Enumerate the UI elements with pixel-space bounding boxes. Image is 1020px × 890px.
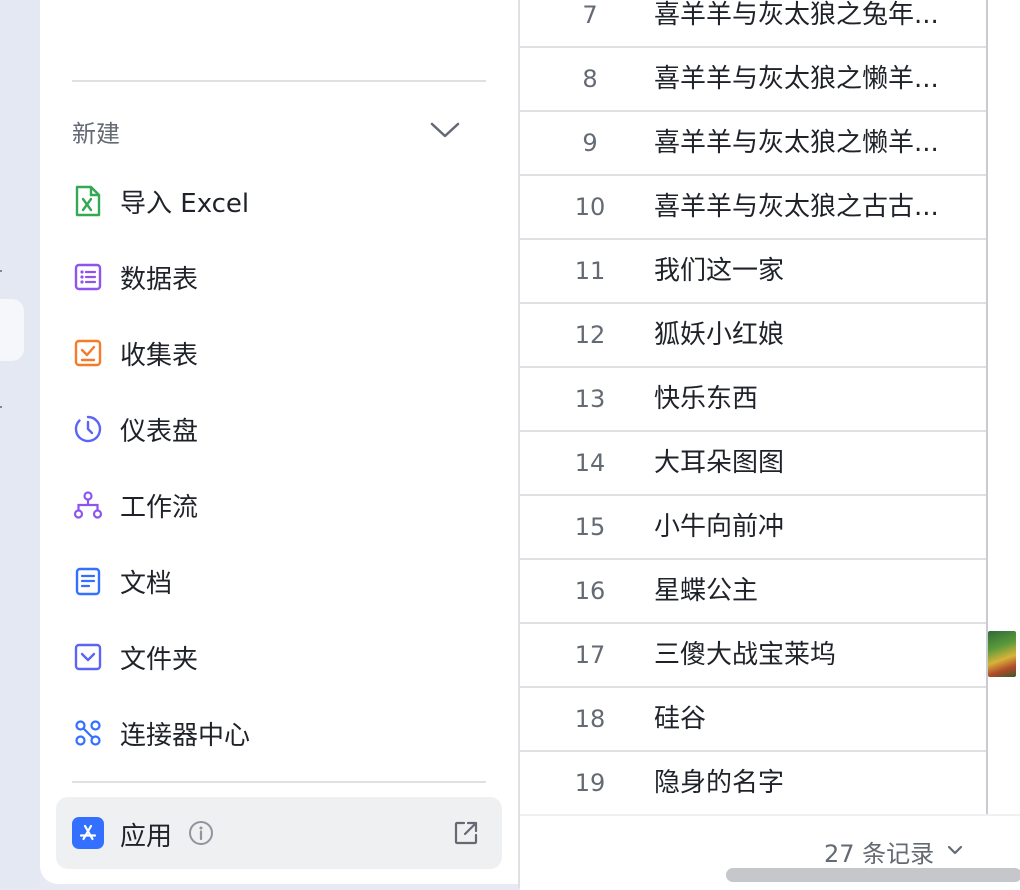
row-title-cell[interactable]: 小牛向前冲	[654, 496, 966, 558]
table-row[interactable]: 18 硅谷	[520, 688, 988, 752]
table-row[interactable]: 16 星蝶公主	[520, 560, 988, 624]
row-number: 10	[574, 193, 606, 221]
nav-selected-indicator[interactable]	[0, 299, 24, 361]
menu-item-import-excel[interactable]: 导入 Excel	[72, 175, 492, 227]
table-footer: 27 条记录	[520, 814, 1020, 890]
menu-item-label: 文档	[120, 568, 173, 599]
folder-icon	[72, 641, 104, 673]
table-row[interactable]: 17 三傻大战宝莱坞	[520, 624, 988, 688]
row-number: 17	[574, 641, 606, 669]
divider	[72, 781, 486, 783]
row-number: 9	[582, 129, 598, 157]
row-number: 15	[574, 513, 606, 541]
form-icon	[72, 337, 104, 369]
row-number: 13	[574, 385, 606, 413]
create-menu-panel: 新建 导入 Excel 数据表 收集表 仪表盘 工作流 文档 文件夹 连接器中心…	[40, 0, 518, 884]
apps-entry[interactable]: 应用	[56, 797, 502, 869]
poster-thumbnail[interactable]	[988, 631, 1016, 677]
menu-item-datatable[interactable]: 数据表	[72, 251, 492, 303]
info-icon[interactable]	[188, 820, 214, 846]
apps-label: 应用	[120, 822, 173, 852]
table-icon	[72, 261, 104, 293]
nav-dot	[0, 270, 2, 272]
data-table: 7 喜羊羊与灰太狼之兔年... 8 喜羊羊与灰太狼之懒羊... 9 喜羊羊与灰太狼之懒…	[518, 0, 1020, 890]
document-icon	[72, 565, 104, 597]
row-title-cell[interactable]: 隐身的名字	[654, 752, 966, 814]
table-row[interactable]: 8 喜羊羊与灰太狼之懒羊...	[520, 48, 988, 112]
table-row[interactable]: 11 我们这一家	[520, 240, 988, 304]
chevron-down-icon[interactable]	[428, 115, 462, 145]
row-number: 11	[574, 257, 606, 285]
menu-item-connector-center[interactable]: 连接器中心	[72, 707, 492, 759]
row-title-cell[interactable]: 快乐东西	[654, 368, 966, 430]
row-title-cell[interactable]: 硅谷	[654, 688, 966, 750]
table-row[interactable]: 13 快乐东西	[520, 368, 988, 432]
table-row[interactable]: 10 喜羊羊与灰太狼之古古...	[520, 176, 988, 240]
menu-item-label: 导入 Excel	[120, 188, 250, 219]
row-number: 18	[574, 705, 606, 733]
table-row[interactable]: 7 喜羊羊与灰太狼之兔年...	[520, 0, 988, 48]
workflow-icon	[72, 489, 104, 521]
menu-item-workflow[interactable]: 工作流	[72, 479, 492, 531]
row-title-cell[interactable]: 喜羊羊与灰太狼之古古...	[654, 176, 966, 238]
row-number: 12	[574, 321, 606, 349]
nav-dot	[0, 406, 2, 408]
table-row[interactable]: 14 大耳朵图图	[520, 432, 988, 496]
row-title-cell[interactable]: 三傻大战宝莱坞	[654, 624, 966, 686]
row-title-cell[interactable]: 大耳朵图图	[654, 432, 966, 494]
new-section-title: 新建	[72, 120, 120, 148]
table-row[interactable]: 19 隐身的名字	[520, 752, 988, 816]
row-title-cell[interactable]: 喜羊羊与灰太狼之懒羊...	[654, 112, 966, 174]
row-number: 7	[582, 1, 598, 29]
menu-item-label: 收集表	[120, 340, 199, 371]
row-title-cell[interactable]: 我们这一家	[654, 240, 966, 302]
app-store-icon	[72, 817, 104, 849]
menu-item-label: 工作流	[120, 492, 199, 523]
row-title-cell[interactable]: 星蝶公主	[654, 560, 966, 622]
row-number: 19	[574, 769, 606, 797]
record-count[interactable]: 27 条记录	[824, 834, 934, 869]
menu-item-form[interactable]: 收集表	[72, 327, 492, 379]
menu-item-label: 文件夹	[120, 644, 199, 675]
table-row[interactable]: 9 喜羊羊与灰太狼之懒羊...	[520, 112, 988, 176]
menu-item-label: 连接器中心	[120, 720, 251, 751]
row-title-cell[interactable]: 狐妖小红娘	[654, 304, 966, 366]
row-number: 16	[574, 577, 606, 605]
column-divider	[986, 0, 988, 814]
row-number: 8	[582, 65, 598, 93]
menu-item-folder[interactable]: 文件夹	[72, 631, 492, 683]
horizontal-scrollbar[interactable]	[726, 868, 1020, 882]
divider	[72, 80, 486, 82]
external-link-icon[interactable]	[452, 819, 480, 847]
table-row[interactable]: 12 狐妖小红娘	[520, 304, 988, 368]
row-title-cell[interactable]: 喜羊羊与灰太狼之兔年...	[654, 0, 966, 46]
dashboard-icon	[72, 413, 104, 445]
connector-icon	[72, 717, 104, 749]
menu-item-dashboard[interactable]: 仪表盘	[72, 403, 492, 455]
row-title-cell[interactable]: 喜羊羊与灰太狼之懒羊...	[654, 48, 966, 110]
row-number: 14	[574, 449, 606, 477]
left-navigation-strip	[0, 0, 40, 888]
menu-item-document[interactable]: 文档	[72, 555, 492, 607]
chevron-down-icon[interactable]	[944, 840, 966, 860]
menu-item-label: 仪表盘	[120, 416, 199, 447]
table-row[interactable]: 15 小牛向前冲	[520, 496, 988, 560]
excel-icon	[72, 185, 104, 217]
menu-item-label: 数据表	[120, 264, 199, 295]
